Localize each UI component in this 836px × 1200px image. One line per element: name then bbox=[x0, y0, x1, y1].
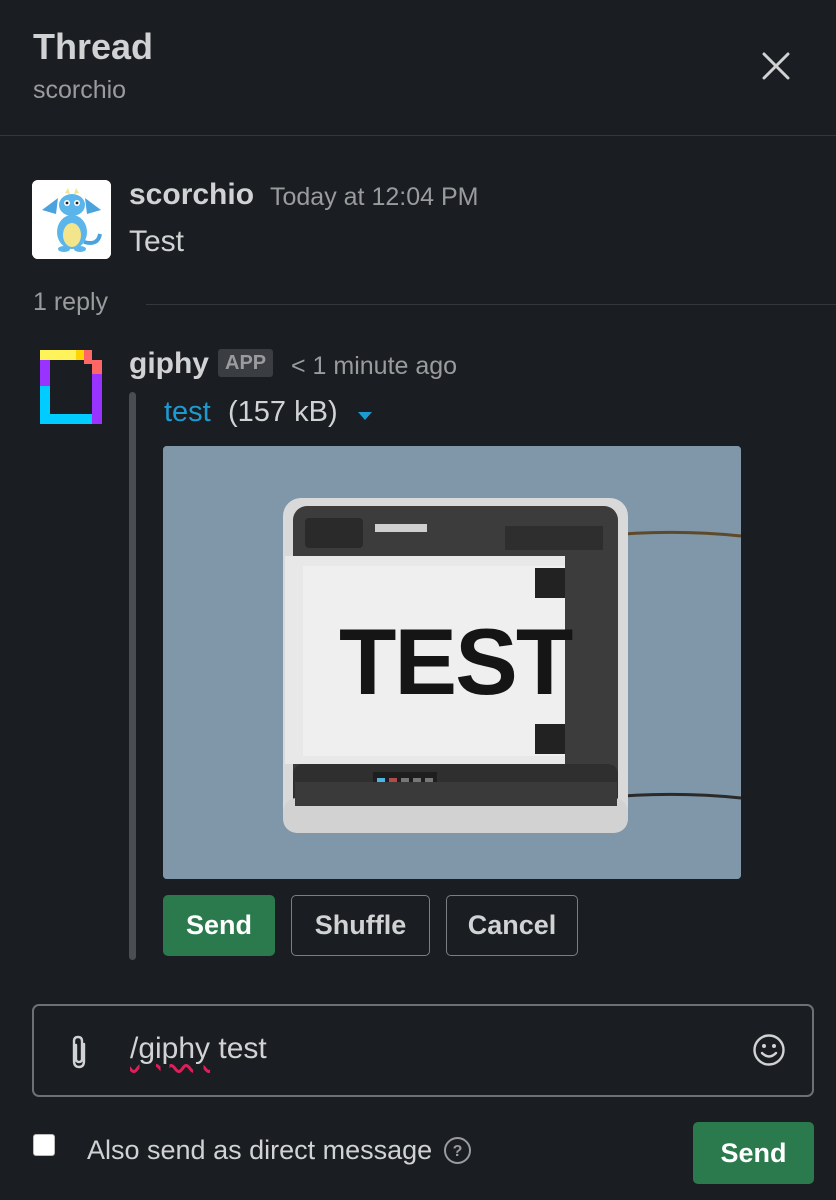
app-badge: APP bbox=[218, 349, 274, 377]
thread-header: Thread scorchio bbox=[0, 0, 836, 136]
composer-input[interactable]: /giphy test bbox=[130, 1032, 267, 1066]
close-icon[interactable] bbox=[752, 42, 800, 90]
message-composer[interactable]: /giphy test bbox=[32, 1004, 814, 1097]
message-text: Test bbox=[129, 225, 185, 258]
reply-divider bbox=[146, 304, 836, 305]
reply-count: 1 reply bbox=[33, 288, 109, 316]
giphy-send-button[interactable]: Send bbox=[163, 895, 275, 956]
giphy-timestamp[interactable]: < 1 minute ago bbox=[291, 352, 457, 381]
message-timestamp[interactable]: Today at 12:04 PM bbox=[270, 183, 478, 212]
help-icon[interactable]: ? bbox=[443, 1136, 472, 1165]
paperclip-icon[interactable] bbox=[68, 1034, 90, 1070]
gif-text: TEST bbox=[339, 609, 573, 714]
cancel-button[interactable]: Cancel bbox=[446, 895, 578, 956]
also-send-label[interactable]: Also send as direct message bbox=[87, 1135, 432, 1166]
giphy-author[interactable]: giphy bbox=[129, 347, 209, 381]
svg-text:?: ? bbox=[453, 1143, 463, 1160]
gif-preview[interactable]: TEST bbox=[163, 446, 741, 879]
emoji-icon[interactable] bbox=[752, 1033, 786, 1067]
also-send-checkbox[interactable] bbox=[33, 1134, 55, 1156]
gif-file-size: (157 kB) bbox=[228, 396, 338, 428]
message-author[interactable]: scorchio bbox=[129, 178, 254, 212]
thread-channel-name: scorchio bbox=[33, 76, 127, 104]
gif-title-link[interactable]: test bbox=[164, 396, 211, 429]
attachment-bar bbox=[129, 392, 136, 960]
send-button[interactable]: Send bbox=[693, 1122, 814, 1184]
caret-down-icon[interactable] bbox=[357, 408, 373, 420]
avatar[interactable] bbox=[32, 180, 111, 259]
thread-title: Thread bbox=[33, 26, 154, 67]
composer-query: test bbox=[210, 1032, 267, 1065]
shuffle-button[interactable]: Shuffle bbox=[291, 895, 430, 956]
giphy-logo-icon[interactable] bbox=[38, 348, 104, 426]
composer-command: /giphy bbox=[130, 1032, 211, 1065]
